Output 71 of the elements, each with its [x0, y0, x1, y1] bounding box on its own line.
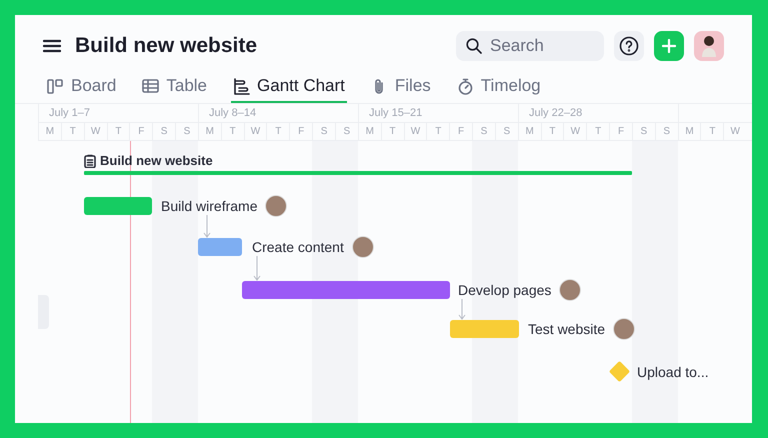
task-name: Build wireframe [161, 197, 258, 215]
day-label: T [380, 123, 404, 140]
day-label: M [198, 123, 221, 140]
stopwatch-icon [456, 78, 474, 94]
dependency-arrow [204, 214, 210, 238]
help-button[interactable] [614, 31, 644, 61]
page-title: Build new website [75, 34, 258, 58]
task-name: Create content [252, 238, 344, 256]
user-avatar[interactable] [694, 31, 724, 61]
task-bar[interactable] [242, 281, 450, 299]
day-label: M [518, 123, 541, 140]
day-label: S [334, 123, 358, 140]
day-label: W [563, 123, 586, 140]
view-tab[interactable]: Timelog [454, 71, 543, 103]
task-name: Upload to... [637, 363, 709, 381]
day-label: S [632, 123, 655, 140]
day-label: F [449, 123, 472, 140]
day-label: M [358, 123, 381, 140]
day-label: S [494, 123, 518, 140]
day-label: T [220, 123, 244, 140]
dependency-arrow [254, 256, 260, 281]
day-label: T [426, 123, 450, 140]
task-name: Test website [528, 320, 606, 338]
week-label: July 22–28 [518, 104, 678, 122]
week-label: July 1–7 [38, 104, 198, 122]
menu-icon [43, 39, 61, 53]
day-label: W [84, 123, 107, 140]
day-label: S [472, 123, 495, 140]
view-tab[interactable]: Board [45, 71, 118, 103]
table-icon [142, 78, 160, 94]
view-tab[interactable]: Files [368, 71, 433, 103]
help-icon [619, 36, 639, 56]
task-bar[interactable] [450, 320, 519, 338]
assignee-avatar [265, 195, 287, 217]
gantt-icon [233, 78, 250, 94]
day-label: S [152, 123, 176, 140]
day-label: T [106, 123, 130, 140]
assignee-avatar [559, 279, 581, 301]
day-label: F [129, 123, 152, 140]
week-label: July 15–21 [358, 104, 518, 122]
view-tab[interactable]: Gantt Chart [231, 71, 347, 103]
view-tab[interactable]: Table [140, 71, 210, 103]
task-bar[interactable] [198, 238, 242, 256]
week-label: July 8–14 [198, 104, 358, 122]
project-name: Build new website [100, 153, 213, 168]
day-label: T [700, 123, 724, 140]
task-name: Develop pages [458, 281, 552, 299]
clipboard-icon [84, 154, 96, 168]
day-label: M [678, 123, 700, 140]
day-label: T [266, 123, 290, 140]
board-icon [47, 78, 64, 94]
dependency-arrow [458, 298, 466, 320]
plus-icon [662, 39, 676, 53]
day-label: T [60, 123, 84, 140]
day-label: F [289, 123, 312, 140]
day-label: S [312, 123, 335, 140]
day-label: T [540, 123, 564, 140]
day-label: F [609, 123, 632, 140]
assignee-avatar [352, 236, 374, 258]
day-label: W [404, 123, 426, 140]
day-label: W [244, 123, 266, 140]
search-icon [466, 38, 482, 54]
day-label: W [723, 123, 746, 140]
day-label: S [175, 123, 198, 140]
day-label: T [586, 123, 610, 140]
add-button[interactable] [654, 31, 684, 61]
task-bar[interactable] [84, 197, 152, 215]
day-label: M [38, 123, 61, 140]
assignee-avatar [613, 318, 635, 340]
search-field[interactable]: Search [456, 31, 604, 61]
day-label: S [654, 123, 678, 140]
